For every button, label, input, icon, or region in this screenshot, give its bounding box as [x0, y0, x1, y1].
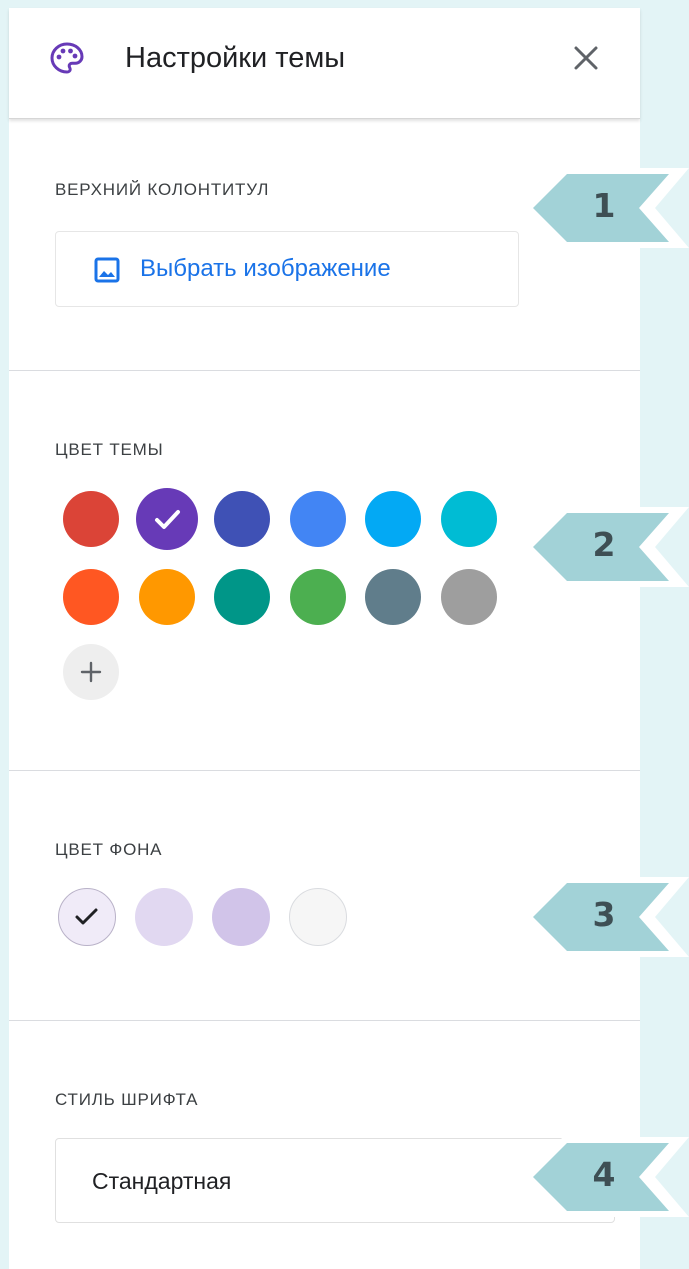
theme-color-swatch[interactable]	[138, 569, 195, 625]
theme-color-swatch[interactable]	[365, 569, 421, 625]
background-color-swatch[interactable]	[135, 888, 193, 946]
palette-icon	[49, 40, 85, 76]
font-style-label: СТИЛЬ ШРИФТА	[55, 1090, 199, 1109]
callout-number: 2	[592, 525, 616, 564]
background-color-swatch[interactable]	[289, 888, 347, 946]
divider	[9, 770, 640, 771]
theme-color-swatch[interactable]	[440, 491, 497, 547]
callout-number: 3	[592, 895, 616, 934]
theme-color-swatch[interactable]	[289, 491, 346, 547]
theme-color-swatch[interactable]	[63, 569, 119, 625]
divider	[9, 1020, 640, 1021]
theme-color-swatch[interactable]	[214, 491, 270, 547]
image-icon	[94, 257, 120, 283]
checkmark-icon	[154, 510, 180, 529]
font-style-value: Стандартная	[92, 1168, 232, 1194]
callout-3: 3	[519, 877, 689, 957]
plus-icon	[63, 644, 119, 700]
header-image-label: ВЕРХНИЙ КОЛОНТИТУЛ	[55, 180, 270, 199]
panel-header: Настройки темы	[9, 8, 640, 119]
theme-color-swatch[interactable]	[289, 569, 346, 625]
callout-4: 4	[519, 1137, 689, 1217]
callout-1: 1	[519, 168, 689, 248]
theme-color-swatch[interactable]	[214, 569, 270, 625]
theme-color-swatch[interactable]	[440, 569, 497, 625]
close-icon[interactable]	[569, 41, 603, 75]
callout-number: 1	[592, 186, 616, 225]
divider	[9, 370, 640, 371]
theme-color-label: ЦВЕТ ТЕМЫ	[55, 440, 164, 459]
checkmark-icon	[75, 908, 98, 925]
theme-color-swatch-selected[interactable]	[135, 488, 198, 550]
background-color-swatch-selected[interactable]	[58, 888, 116, 946]
background-color-swatch[interactable]	[212, 888, 270, 946]
panel-title: Настройки темы	[125, 42, 346, 74]
theme-color-swatch[interactable]	[63, 491, 119, 547]
add-custom-color-button[interactable]	[63, 644, 119, 700]
choose-image-label: Выбрать изображение	[140, 255, 391, 282]
callout-number: 4	[592, 1155, 616, 1194]
theme-color-swatch[interactable]	[365, 491, 421, 547]
background-color-label: ЦВЕТ ФОНА	[55, 840, 163, 859]
callout-2: 2	[519, 507, 689, 587]
choose-image-button[interactable]: Выбрать изображение	[55, 231, 519, 307]
